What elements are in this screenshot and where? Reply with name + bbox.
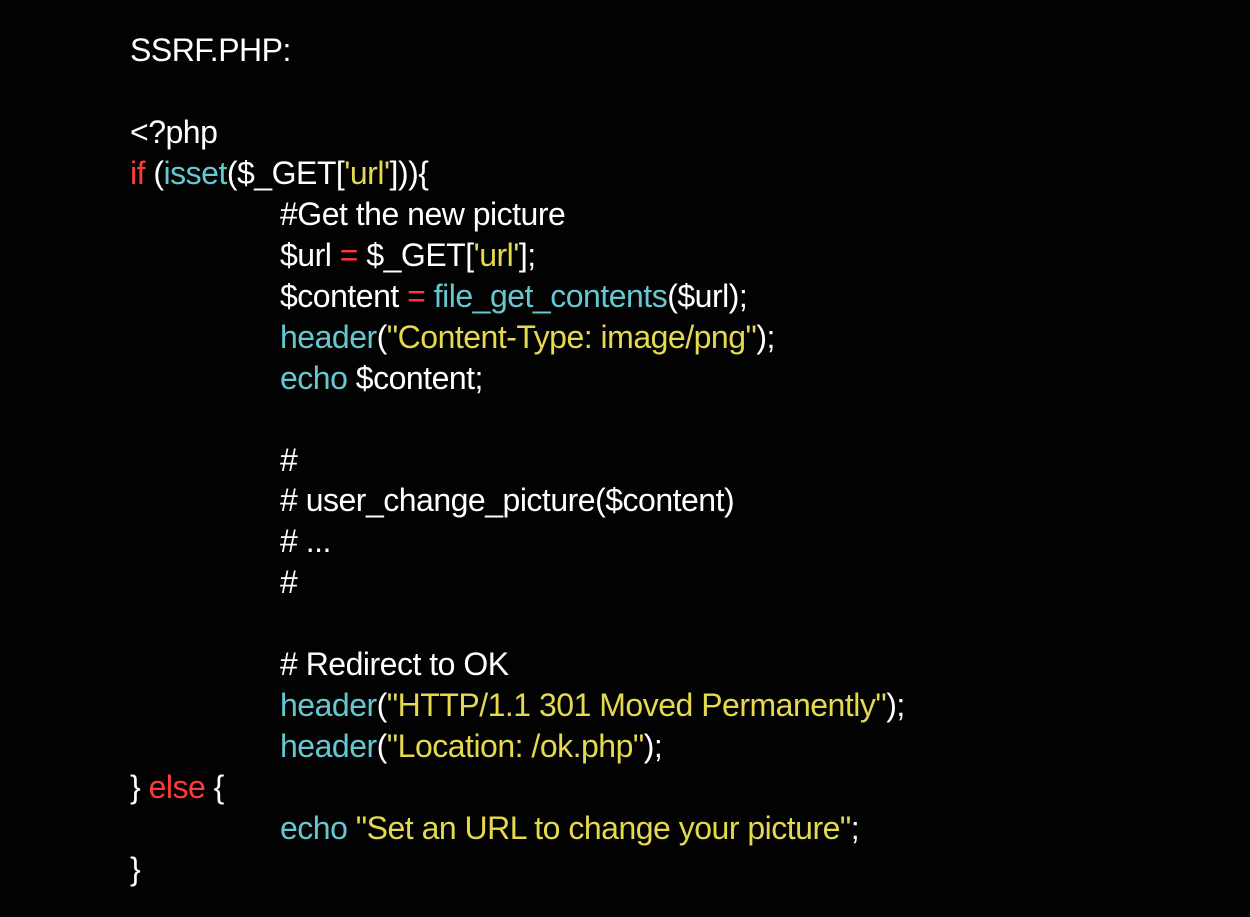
slide-title: SSRF.PHP: [130,30,1120,71]
code-line-hash1: # [130,440,1120,481]
code-line-header1: header("Content-Type: image/png"); [130,317,1120,358]
code-line-hash4: # [130,562,1120,603]
title-text: SSRF.PHP: [130,32,291,68]
blank-line [130,71,1120,112]
code-line-header3: header("Location: /ok.php"); [130,726,1120,767]
code-line-url: $url = $_GET['url']; [130,235,1120,276]
code-line-comment1: #Get the new picture [130,194,1120,235]
code-line-hash3: # ... [130,521,1120,562]
blank-line [130,399,1120,440]
code-line-header2: header("HTTP/1.1 301 Moved Permanently")… [130,685,1120,726]
code-line-if: if (isset($_GET['url'])){ [130,153,1120,194]
code-line-content: $content = file_get_contents($url); [130,276,1120,317]
code-line-open: <?php [130,112,1120,153]
code-line-echo2: echo "Set an URL to change your picture"… [130,808,1120,849]
code-line-echo1: echo $content; [130,358,1120,399]
code-slide: SSRF.PHP: <?php if (isset($_GET['url']))… [0,0,1250,917]
blank-line [130,603,1120,644]
code-line-hash2: # user_change_picture($content) [130,480,1120,521]
code-line-else: } else { [130,767,1120,808]
code-line-redirect: # Redirect to OK [130,644,1120,685]
code-line-close: } [130,849,1120,890]
